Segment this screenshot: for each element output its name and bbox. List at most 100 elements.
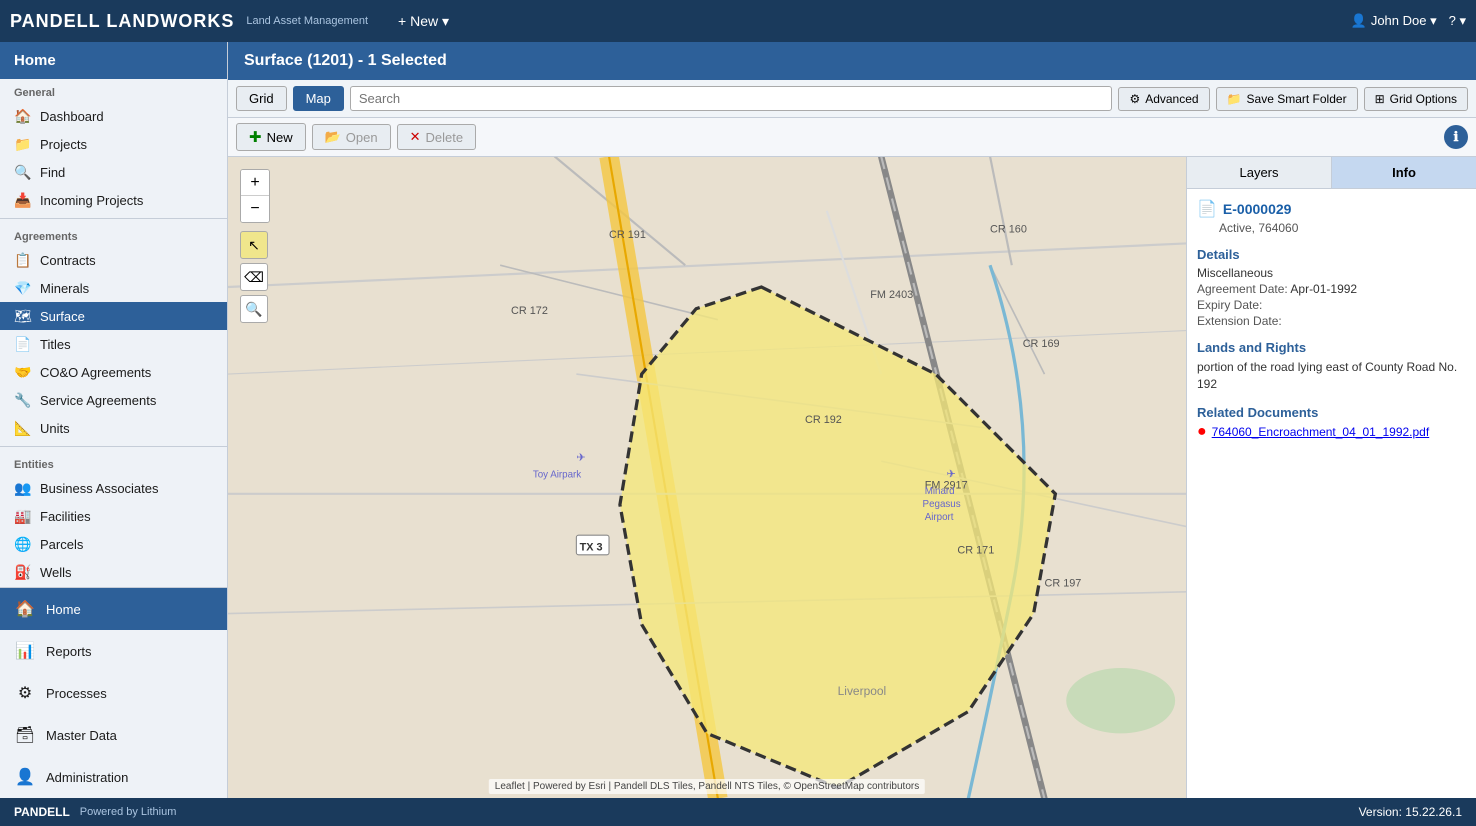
sidebar-bottom-home[interactable]: 🏠 Home [0, 588, 227, 630]
processes-label: Processes [46, 686, 107, 701]
new-action-button[interactable]: ✚ New [236, 123, 306, 151]
agreement-date-value: Apr-01-1992 [1290, 282, 1357, 296]
map-area: CR 191 CR 160 CR 172 CR 169 FM 2403 FM 2… [228, 157, 1186, 798]
sidebar-item-surface[interactable]: 🗺 Surface [0, 302, 227, 330]
sidebar-scroll: General 🏠 Dashboard 📁 Projects 🔍 Find 📥 … [0, 79, 227, 587]
sidebar-bottom-reports[interactable]: 📊 Reports [0, 630, 227, 672]
svg-text:✈: ✈ [576, 452, 585, 464]
sidebar-item-wells[interactable]: ⛽ Wells [0, 558, 227, 586]
svg-text:CR 197: CR 197 [1044, 577, 1081, 589]
expiry-date-label: Expiry Date: [1197, 298, 1262, 312]
open-icon: 📂 [325, 129, 341, 145]
save-smart-folder-label: Save Smart Folder [1247, 92, 1347, 106]
agreement-date-row: Agreement Date: Apr-01-1992 [1197, 282, 1466, 296]
zoom-out-button[interactable]: − [241, 196, 269, 222]
svg-text:Airport: Airport [925, 512, 954, 523]
general-section-label: General [0, 79, 227, 102]
sidebar-item-label: Titles [40, 337, 71, 352]
sidebar-item-incoming-projects[interactable]: 📥 Incoming Projects [0, 186, 227, 214]
svg-text:CR 169: CR 169 [1023, 338, 1060, 350]
sidebar-item-dashboard[interactable]: 🏠 Dashboard [0, 102, 227, 130]
svg-text:Minard: Minard [925, 486, 955, 497]
sidebar-item-find[interactable]: 🔍 Find [0, 158, 227, 186]
search-input[interactable] [350, 86, 1113, 111]
home-nav-icon: 🏠 [14, 598, 36, 620]
app-body: Home General 🏠 Dashboard 📁 Projects 🔍 Fi… [0, 42, 1476, 798]
sidebar-item-coo-agreements[interactable]: 🤝 CO&O Agreements [0, 358, 227, 386]
wells-icon: ⛽ [14, 563, 32, 581]
advanced-button[interactable]: ⚙ Advanced [1118, 87, 1209, 111]
sidebar-item-contracts[interactable]: 📋 Contracts [0, 246, 227, 274]
sidebar-item-label: Business Associates [40, 481, 159, 496]
delete-action-button[interactable]: ✕ Delete [397, 124, 476, 150]
extension-date-row: Extension Date: [1197, 314, 1466, 328]
sidebar-item-projects[interactable]: 📁 Projects [0, 130, 227, 158]
record-id-link[interactable]: E-0000029 [1223, 201, 1292, 217]
sidebar-bottom-master-data[interactable]: 🗃 Master Data [0, 714, 227, 756]
grid-options-button[interactable]: ⊞ Grid Options [1364, 87, 1468, 111]
info-tab[interactable]: Info [1332, 157, 1476, 188]
help-label: ? ▾ [1449, 13, 1466, 29]
sidebar-item-titles[interactable]: 📄 Titles [0, 330, 227, 358]
business-associates-icon: 👥 [14, 479, 32, 497]
sidebar-item-label: Incoming Projects [40, 193, 143, 208]
sidebar-item-label: Parcels [40, 537, 83, 552]
map-zoom-controls: + − [240, 169, 270, 223]
reports-label: Reports [46, 644, 92, 659]
svg-text:Liverpool: Liverpool [838, 684, 887, 698]
open-action-label: Open [346, 130, 378, 145]
select-tool-button[interactable]: ↖ [240, 231, 268, 259]
expiry-date-row: Expiry Date: [1197, 298, 1466, 312]
svg-text:CR 172: CR 172 [511, 305, 548, 317]
svg-text:Toy Airpark: Toy Airpark [533, 470, 581, 481]
map-tab[interactable]: Map [293, 86, 344, 111]
map-tool-group: ↖ ⌫ 🔍 [240, 231, 268, 323]
sidebar-item-facilities[interactable]: 🏭 Facilities [0, 502, 227, 530]
coo-icon: 🤝 [14, 363, 32, 381]
sidebar-bottom-processes[interactable]: ⚙ Processes [0, 672, 227, 714]
top-nav: PANDELL LANDWORKS Land Asset Management … [0, 0, 1476, 42]
new-button[interactable]: + New ▾ [388, 9, 459, 34]
projects-icon: 📁 [14, 135, 32, 153]
contracts-icon: 📋 [14, 251, 32, 269]
surface-icon: 🗺 [14, 307, 32, 325]
search-tool-button[interactable]: 🔍 [240, 295, 268, 323]
plus-icon: ✚ [249, 128, 262, 146]
sidebar-item-minerals[interactable]: 💎 Minerals [0, 274, 227, 302]
sidebar-item-units[interactable]: 📐 Units [0, 414, 227, 442]
zoom-in-button[interactable]: + [241, 170, 269, 196]
units-icon: 📐 [14, 419, 32, 437]
sidebar-item-label: Find [40, 165, 65, 180]
svg-text:CR 160: CR 160 [990, 224, 1027, 236]
erase-tool-button[interactable]: ⌫ [240, 263, 268, 291]
extension-date-label: Extension Date: [1197, 314, 1282, 328]
main-content: Surface (1201) - 1 Selected Grid Map ⚙ A… [228, 42, 1476, 798]
svg-text:TX 3: TX 3 [580, 541, 603, 553]
document-link[interactable]: 764060_Encroachment_04_01_1992.pdf [1212, 425, 1430, 439]
info-button[interactable]: ℹ [1444, 125, 1468, 149]
nav-right: 👤 John Doe ▾ ? ▾ [1351, 13, 1466, 29]
dashboard-icon: 🏠 [14, 107, 32, 125]
processes-icon: ⚙ [14, 682, 36, 704]
sidebar-item-business-associates[interactable]: 👥 Business Associates [0, 474, 227, 502]
action-bar: ✚ New 📂 Open ✕ Delete ℹ [228, 118, 1476, 157]
agreement-date-label: Agreement Date: [1197, 282, 1288, 296]
grid-tab[interactable]: Grid [236, 86, 287, 111]
folder-icon: 📁 [1227, 92, 1242, 106]
open-action-button[interactable]: 📂 Open [312, 124, 391, 150]
divider-entities [0, 446, 227, 447]
sidebar-item-service-agreements[interactable]: 🔧 Service Agreements [0, 386, 227, 414]
user-menu[interactable]: 👤 John Doe ▾ [1351, 13, 1437, 29]
help-menu[interactable]: ? ▾ [1449, 13, 1466, 29]
sidebar-item-parcels[interactable]: 🌐 Parcels [0, 530, 227, 558]
brand: PANDELL LANDWORKS Land Asset Management [10, 11, 368, 32]
lands-text: portion of the road lying east of County… [1197, 359, 1466, 393]
user-icon: 👤 [1351, 13, 1367, 29]
layers-tab[interactable]: Layers [1187, 157, 1332, 188]
save-smart-folder-button[interactable]: 📁 Save Smart Folder [1216, 87, 1358, 111]
sidebar-item-label: Minerals [40, 281, 89, 296]
select-tool-icon: ↖ [248, 237, 260, 254]
sidebar-bottom-administration[interactable]: 👤 Administration [0, 756, 227, 798]
home-nav-label: Home [46, 602, 81, 617]
brand-name: PANDELL LANDWORKS [10, 11, 234, 32]
